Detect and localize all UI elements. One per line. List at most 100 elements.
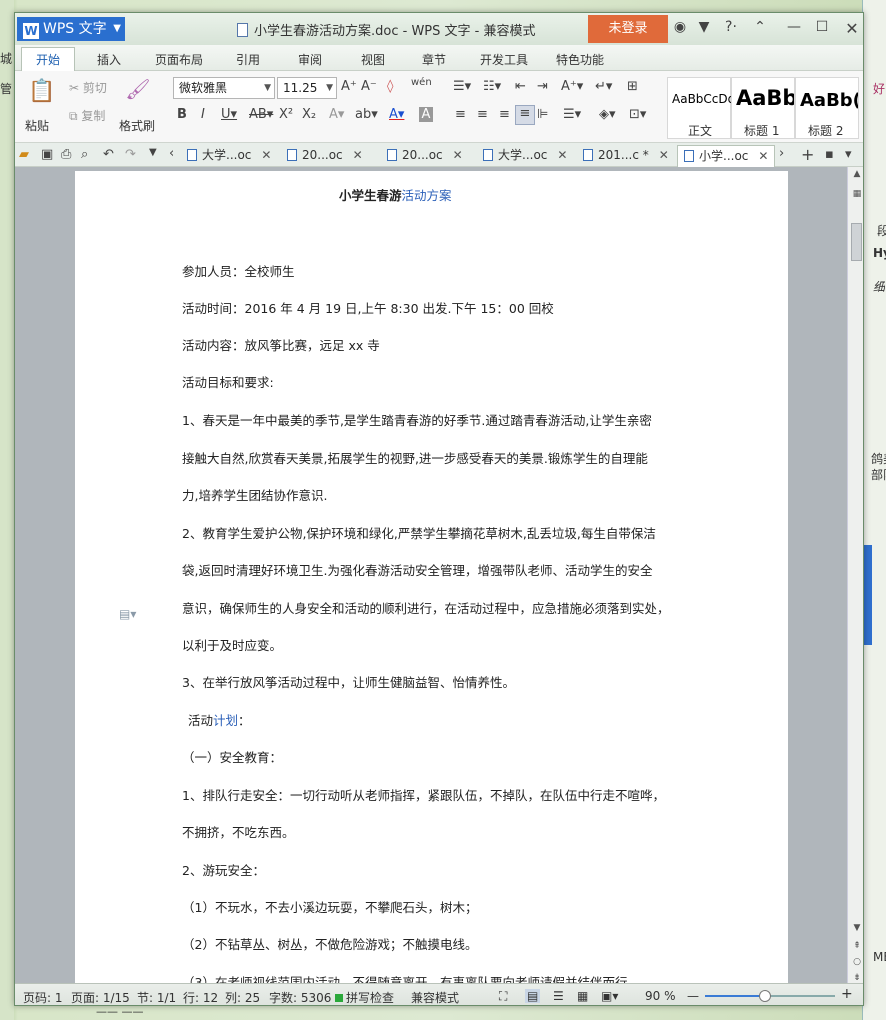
collapse-ribbon-icon[interactable]: ⌃ — [751, 19, 769, 35]
align-left-icon[interactable]: ≡ — [455, 107, 466, 122]
phonetic-icon[interactable]: wén — [411, 77, 432, 88]
strikethrough-icon[interactable]: AB▾ — [249, 107, 273, 122]
minimize-icon[interactable]: — — [785, 19, 803, 35]
login-button[interactable]: 未登录 — [588, 15, 668, 43]
tab-review[interactable]: 审阅 — [298, 51, 322, 68]
style-heading-2[interactable]: AaBb( 标题 2 — [795, 77, 859, 139]
doc-tab[interactable]: 大学...oc ✕ — [187, 145, 271, 167]
char-shading-icon[interactable]: A — [419, 107, 433, 122]
bullets-icon[interactable]: ☰▾ — [453, 79, 471, 94]
highlight-icon[interactable]: ab▾ — [355, 107, 378, 122]
close-tab-icon[interactable]: ✕ — [758, 149, 768, 163]
tab-view[interactable]: 视图 — [361, 51, 385, 68]
paragraph-handle-icon[interactable]: ▤▾ — [119, 607, 136, 621]
print-preview-icon[interactable]: ⌕ — [81, 147, 88, 162]
cut-button[interactable]: ✂ 剪切 — [69, 79, 107, 96]
panel-icon[interactable]: ▦ — [850, 189, 863, 199]
zoom-level[interactable]: 90 % — [645, 989, 676, 1003]
font-color-icon[interactable]: A▾ — [389, 107, 404, 122]
font-size-select[interactable]: 11.25 ▼ — [277, 77, 337, 99]
grow-font-icon[interactable]: A⁺ — [341, 79, 357, 94]
clear-format-icon[interactable]: ◊ — [387, 79, 393, 94]
doc-tab[interactable]: 201...c * ✕ — [583, 145, 669, 167]
tab-references[interactable]: 引用 — [236, 51, 260, 68]
align-right-icon[interactable]: ≡ — [499, 107, 510, 122]
print-icon[interactable]: ⎙ — [61, 147, 71, 162]
line-spacing-icon[interactable]: ☰▾ — [563, 107, 581, 122]
tab-insert[interactable]: 插入 — [97, 51, 121, 68]
undo-icon[interactable]: ↶ — [103, 147, 114, 162]
open-folder-icon[interactable]: ▰ — [19, 147, 29, 162]
format-painter-icon[interactable]: 🖌 — [125, 77, 151, 101]
next-page-icon[interactable]: ⇟ — [850, 973, 863, 983]
status-words[interactable]: 字数: 5306 — [269, 989, 331, 1005]
change-case-icon[interactable]: A⁺▾ — [561, 79, 583, 94]
tab-list-icon[interactable]: ▪ — [825, 147, 834, 162]
shirt-icon[interactable]: ▼ — [695, 19, 713, 35]
web-view-icon[interactable]: ▦ — [577, 989, 588, 1003]
decrease-indent-icon[interactable]: ⇤ — [515, 79, 526, 94]
close-tab-icon[interactable]: ✕ — [453, 148, 463, 162]
style-heading-1[interactable]: AaBb 标题 1 — [731, 77, 795, 139]
side-panel-toggle[interactable] — [864, 545, 872, 645]
title-link[interactable]: 活动方案 — [402, 188, 452, 203]
tab-menu-icon[interactable]: ▾ — [845, 147, 852, 162]
tabs-next-icon[interactable]: › — [779, 146, 784, 161]
font-family-select[interactable]: 微软雅黑 ▼ — [173, 77, 275, 99]
justify-icon[interactable]: ≡ — [515, 105, 535, 125]
doc-tab[interactable]: 20...oc ✕ — [387, 145, 463, 167]
tab-chapter[interactable]: 章节 — [422, 51, 446, 68]
reading-view-icon[interactable]: ▣▾ — [601, 989, 618, 1003]
borders-icon[interactable]: ⊡▾ — [629, 107, 646, 122]
tab-page-layout[interactable]: 页面布局 — [155, 51, 203, 68]
tab-developer[interactable]: 开发工具 — [480, 51, 528, 68]
zoom-in-icon[interactable]: + — [841, 986, 853, 1002]
save-icon[interactable]: ▣ — [41, 147, 53, 162]
text-effect-icon[interactable]: A▾ — [329, 107, 344, 122]
paste-icon[interactable]: 📋 — [27, 79, 57, 107]
show-marks-icon[interactable]: ↵▾ — [595, 79, 612, 94]
italic-icon[interactable]: I — [201, 107, 205, 122]
close-icon[interactable]: ✕ — [843, 19, 861, 38]
plan-link[interactable]: 计划 — [213, 713, 238, 728]
select-browse-icon[interactable]: ○ — [850, 957, 863, 967]
tab-special-features[interactable]: 特色功能 — [556, 51, 604, 68]
zoom-slider-thumb[interactable] — [758, 990, 771, 1002]
fullscreen-view-icon[interactable]: ⛶ — [499, 989, 507, 1004]
zoom-slider[interactable] — [705, 990, 835, 1002]
increase-indent-icon[interactable]: ⇥ — [537, 79, 548, 94]
spell-check-toggle[interactable]: 拼写检查 — [335, 989, 394, 1005]
status-page[interactable]: 页码: 1 — [23, 989, 63, 1005]
align-center-icon[interactable]: ≡ — [477, 107, 488, 122]
distributed-icon[interactable]: ⊫ — [537, 107, 548, 122]
close-tab-icon[interactable]: ✕ — [261, 148, 271, 162]
format-painter-button[interactable]: 格式刷 — [119, 117, 155, 134]
tabs-prev-icon[interactable]: ‹ — [169, 146, 174, 161]
close-tab-icon[interactable]: ✕ — [353, 148, 363, 162]
redo-icon[interactable]: ↷ — [125, 147, 136, 162]
paste-button[interactable]: 粘贴 — [25, 117, 49, 134]
help-icon[interactable]: ?· — [719, 19, 743, 35]
numbering-icon[interactable]: ☷▾ — [483, 79, 501, 94]
style-normal[interactable]: AaBbCcDd 正文 — [667, 77, 735, 139]
zoom-out-icon[interactable]: — — [687, 989, 699, 1003]
tab-home[interactable]: 开始 — [36, 51, 60, 68]
doc-tab[interactable]: 20...oc ✕ — [287, 145, 363, 167]
shading-icon[interactable]: ◈▾ — [599, 107, 616, 122]
document-page[interactable]: 小学生春游活动方案 参加人员：全校师生 活动时间：2016 年 4 月 19 日… — [75, 171, 788, 991]
quick-access-dropdown-icon[interactable]: ▼ — [149, 147, 157, 158]
scroll-up-icon[interactable]: ▲ — [850, 169, 863, 179]
underline-icon[interactable]: U▾ — [221, 107, 237, 122]
doc-tab-active[interactable]: 小学...oc ✕ — [677, 145, 776, 167]
superscript-icon[interactable]: X² — [279, 107, 293, 122]
new-tab-icon[interactable]: + — [801, 145, 814, 164]
copy-button[interactable]: ⧉ 复制 — [69, 107, 105, 124]
scroll-down-icon[interactable]: ▼ — [850, 923, 863, 933]
page-view-icon[interactable]: ▤ — [525, 989, 541, 1003]
wps-menu-button[interactable]: W WPS 文字 ▼ — [17, 17, 125, 41]
bold-icon[interactable]: B — [177, 107, 187, 122]
scrollbar-thumb[interactable] — [851, 223, 862, 261]
table-icon[interactable]: ⊞ — [627, 79, 638, 94]
shrink-font-icon[interactable]: A⁻ — [361, 79, 377, 94]
prev-page-icon[interactable]: ⇞ — [850, 941, 863, 951]
